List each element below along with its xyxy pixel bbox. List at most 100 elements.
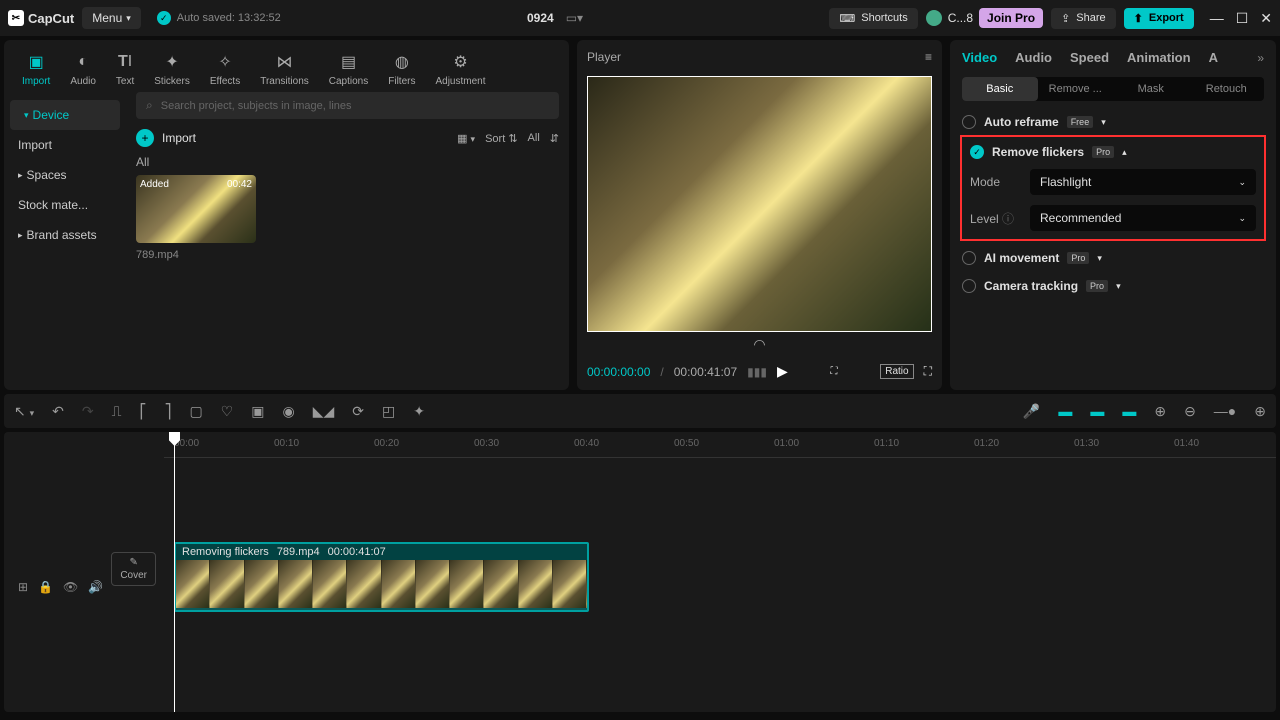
sidebar-item-stock[interactable]: Stock mate... [4, 190, 126, 220]
playhead[interactable] [174, 432, 175, 712]
redo-button[interactable]: ↷ [82, 403, 94, 420]
rp-tab-audio[interactable]: Audio [1015, 50, 1052, 65]
scan-icon[interactable]: ⛶ [826, 365, 841, 378]
mic-icon[interactable]: 🎤 [1023, 403, 1040, 420]
app-logo: ✂ CapCut [8, 10, 74, 26]
minimize-button[interactable]: — [1210, 10, 1224, 27]
rp-tab-video[interactable]: Video [962, 50, 997, 65]
timeline-toolbar: ↖ ▾ ↶ ↷ ⎍ ⎡ ⎤ ▢ ♡ ▣ ◉ ◣◢ ⟳ ◰ ✦ 🎤 ▬ ▬ ▬ ⊕… [4, 394, 1276, 428]
media-clip[interactable]: Added 00:42 789.mp4 [136, 175, 256, 261]
magnet1-icon[interactable]: ▬ [1058, 403, 1072, 419]
filter-icon[interactable]: ⇵ [550, 132, 559, 145]
maximize-button[interactable]: ☐ [1236, 10, 1249, 27]
menu-button[interactable]: Menu▾ [82, 7, 141, 29]
properties-panel: Video Audio Speed Animation A » Basic Re… [950, 40, 1276, 390]
level-select[interactable]: Recommended⌄ [1030, 205, 1256, 231]
share-button[interactable]: ⇪Share [1051, 8, 1116, 29]
project-title[interactable]: 0924 [527, 11, 554, 25]
video-preview[interactable] [587, 76, 932, 332]
split-tool[interactable]: ⎍ [112, 403, 122, 420]
ratio-button[interactable]: Ratio [880, 364, 913, 379]
crop2-tool[interactable]: ◰ [382, 403, 395, 420]
timeline-ruler[interactable]: 00:00 00:10 00:20 00:30 00:40 00:50 01:0… [164, 432, 1276, 458]
credits-label[interactable]: C...8 [948, 11, 973, 25]
cover-button[interactable]: ✎ Cover [111, 552, 156, 586]
enhance-tool[interactable]: ✦ [413, 403, 425, 420]
tab-effects[interactable]: ✧Effects [200, 46, 250, 92]
timeline[interactable]: 00:00 00:10 00:20 00:30 00:40 00:50 01:0… [4, 432, 1276, 712]
shortcuts-button[interactable]: ⌨Shortcuts [829, 8, 917, 29]
shield-tool[interactable]: ♡ [221, 403, 234, 420]
align-icon[interactable]: ⊕ [1154, 403, 1166, 420]
tab-transitions[interactable]: ⋈Transitions [250, 46, 319, 92]
clip-thumbnail[interactable]: Added 00:42 [136, 175, 256, 243]
track-status: Removing flickers [182, 546, 269, 558]
crop-tool[interactable]: ▢ [189, 403, 202, 420]
pointer-tool[interactable]: ↖ ▾ [14, 403, 34, 420]
close-button[interactable]: ✕ [1260, 10, 1272, 27]
sidebar-item-device[interactable]: ▾Device [10, 100, 120, 130]
camera-tracking-toggle[interactable] [962, 279, 976, 293]
chevron-right-icon[interactable]: » [1257, 51, 1264, 65]
subtab-retouch[interactable]: Retouch [1189, 77, 1265, 101]
tab-text[interactable]: TIText [106, 46, 144, 92]
play-button[interactable]: ▶ [777, 363, 788, 380]
search-input[interactable]: ⌕ Search project, subjects in image, lin… [136, 92, 559, 119]
chevron-up-icon[interactable]: ▴ [1122, 147, 1127, 158]
add-icon[interactable]: + [136, 129, 154, 147]
sidebar-item-import[interactable]: Import [4, 130, 126, 160]
topbar: ✂ CapCut Menu▾ ✓ Auto saved: 13:32:52 09… [0, 0, 1280, 36]
import-label[interactable]: Import [162, 131, 196, 145]
magnet3-icon[interactable]: ▬ [1122, 403, 1136, 419]
info-icon[interactable]: ⓘ [999, 212, 1014, 226]
tab-audio[interactable]: ◐Audio [60, 46, 106, 92]
reverse-tool[interactable]: ◉ [282, 403, 294, 420]
rotate-tool[interactable]: ⟳ [352, 403, 364, 420]
layout-icon[interactable]: ▭▾ [566, 11, 583, 25]
sidebar-item-brand[interactable]: ▸Brand assets [4, 220, 126, 250]
rp-tab-animation[interactable]: Animation [1127, 50, 1191, 65]
autosave-status: ✓ Auto saved: 13:32:52 [157, 11, 281, 25]
filter-all-button[interactable]: All [528, 132, 540, 144]
chevron-down-icon[interactable]: ▾ [1116, 281, 1121, 292]
captions-icon: ▤ [341, 52, 356, 72]
trim-right-tool[interactable]: ⎤ [164, 403, 171, 420]
timeline-track[interactable]: Removing flickers 789.mp4 00:00:41:07 [174, 542, 589, 612]
chevron-down-icon[interactable]: ▾ [1101, 117, 1106, 128]
undo-button[interactable]: ↶ [52, 403, 64, 420]
player-menu-icon[interactable]: ≡ [925, 50, 932, 64]
compound-tool[interactable]: ▣ [251, 403, 264, 420]
rp-tab-speed[interactable]: Speed [1070, 50, 1109, 65]
mirror-tool[interactable]: ◣◢ [313, 403, 335, 420]
tab-captions[interactable]: ▤Captions [319, 46, 378, 92]
level-label: Level ⓘ [970, 210, 1030, 227]
auto-reframe-toggle[interactable] [962, 115, 976, 129]
tab-adjustment[interactable]: ⚙Adjustment [425, 46, 495, 92]
rp-tab-more[interactable]: A [1209, 50, 1218, 65]
subtab-remove[interactable]: Remove ... [1038, 77, 1114, 101]
mode-select[interactable]: Flashlight⌄ [1030, 169, 1256, 195]
sort-button[interactable]: Sort ⇅ [485, 132, 517, 145]
zoom-in-button[interactable]: ⊕ [1254, 403, 1266, 420]
sidebar-item-spaces[interactable]: ▸Spaces [4, 160, 126, 190]
fullscreen-icon[interactable]: ⛶ [924, 364, 932, 379]
compare-icon[interactable]: ▮▮▮ [747, 365, 767, 379]
join-pro-button[interactable]: Join Pro [979, 8, 1043, 28]
subtab-basic[interactable]: Basic [962, 77, 1038, 101]
magnet2-icon[interactable]: ▬ [1090, 403, 1104, 419]
remove-flickers-toggle[interactable]: ✓ [970, 145, 984, 159]
camera-tracking-label: Camera tracking [984, 279, 1078, 293]
zoom-slider[interactable]: —● [1214, 403, 1236, 419]
tab-import[interactable]: ▣Import [12, 46, 60, 92]
grid-view-button[interactable]: ▦ ▾ [457, 132, 475, 145]
share-icon: ⇪ [1061, 12, 1070, 25]
tab-filters[interactable]: ◍Filters [378, 46, 425, 92]
zoom-out-button[interactable]: ⊖ [1184, 403, 1196, 420]
dome-icon[interactable]: ◠ [587, 336, 932, 353]
export-button[interactable]: ⬆Export [1124, 8, 1194, 29]
chevron-down-icon[interactable]: ▾ [1097, 253, 1102, 264]
subtab-mask[interactable]: Mask [1113, 77, 1189, 101]
trim-left-tool[interactable]: ⎡ [139, 403, 146, 420]
tab-stickers[interactable]: ✦Stickers [144, 46, 200, 92]
ai-movement-toggle[interactable] [962, 251, 976, 265]
